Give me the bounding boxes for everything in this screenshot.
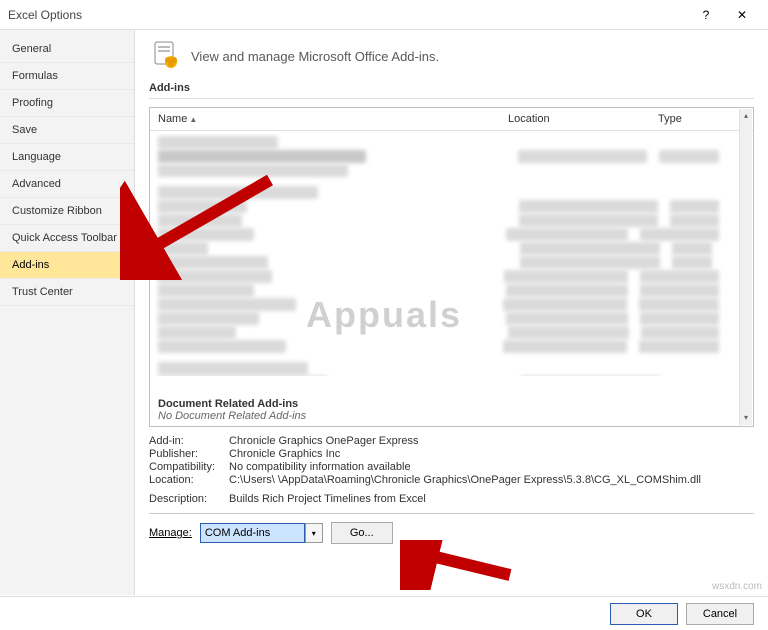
- list-item[interactable]: [158, 340, 731, 353]
- col-name[interactable]: Name▲: [158, 113, 508, 125]
- detail-location-label: Location:: [149, 474, 229, 486]
- detail-location-value: C:\Users\ \AppData\Roaming\Chronicle Gra…: [229, 474, 754, 486]
- doc-related-empty: No Document Related Add-ins: [158, 410, 735, 422]
- list-item[interactable]: [158, 284, 731, 297]
- list-item[interactable]: [158, 214, 731, 227]
- detail-addin-value: Chronicle Graphics OnePager Express: [229, 435, 754, 447]
- divider: [149, 513, 754, 514]
- manage-row: Manage: ▾ Go...: [149, 522, 754, 544]
- titlebar: Excel Options ? ✕: [0, 0, 768, 30]
- list-item[interactable]: [158, 136, 731, 149]
- addins-list: Name▲ Location Type: [149, 107, 754, 427]
- sidebar-item-add-ins[interactable]: Add-ins: [0, 252, 134, 279]
- list-item[interactable]: [158, 186, 731, 199]
- list-item[interactable]: [158, 242, 731, 255]
- sidebar-item-proofing[interactable]: Proofing: [0, 90, 134, 117]
- manage-select[interactable]: ▾: [200, 523, 323, 543]
- sidebar-item-trust-center[interactable]: Trust Center: [0, 279, 134, 306]
- content-panel: View and manage Microsoft Office Add-ins…: [135, 30, 768, 595]
- dialog-footer: OK Cancel: [0, 596, 768, 630]
- col-type[interactable]: Type: [658, 113, 745, 125]
- list-item[interactable]: [158, 164, 731, 177]
- sidebar: General Formulas Proofing Save Language …: [0, 30, 135, 595]
- ok-button[interactable]: OK: [610, 603, 678, 625]
- content-header: View and manage Microsoft Office Add-ins…: [149, 40, 754, 72]
- sidebar-item-save[interactable]: Save: [0, 117, 134, 144]
- scrollbar[interactable]: ▴ ▾: [739, 109, 752, 425]
- list-item[interactable]: [158, 200, 731, 213]
- list-body[interactable]: [150, 134, 739, 376]
- list-item[interactable]: [158, 228, 731, 241]
- help-button[interactable]: ?: [688, 1, 724, 29]
- col-location[interactable]: Location: [508, 113, 658, 125]
- list-item[interactable]: [158, 150, 731, 163]
- detail-compat-label: Compatibility:: [149, 461, 229, 473]
- list-header: Name▲ Location Type: [150, 108, 753, 131]
- window-title: Excel Options: [8, 8, 82, 22]
- section-title: Add-ins: [149, 82, 754, 94]
- sidebar-item-quick-access-toolbar[interactable]: Quick Access Toolbar: [0, 225, 134, 252]
- detail-addin-label: Add-in:: [149, 435, 229, 447]
- addins-icon: [149, 40, 181, 72]
- list-item[interactable]: [158, 362, 731, 375]
- content-header-text: View and manage Microsoft Office Add-ins…: [191, 49, 439, 64]
- sidebar-item-general[interactable]: General: [0, 36, 134, 63]
- cancel-button[interactable]: Cancel: [686, 603, 754, 625]
- detail-compat-value: No compatibility information available: [229, 461, 754, 473]
- divider: [149, 98, 754, 99]
- window-controls: ? ✕: [688, 1, 760, 29]
- manage-select-input[interactable]: [200, 523, 305, 543]
- close-button[interactable]: ✕: [724, 1, 760, 29]
- list-item[interactable]: [158, 256, 731, 269]
- sort-asc-icon: ▲: [189, 115, 197, 124]
- sidebar-item-formulas[interactable]: Formulas: [0, 63, 134, 90]
- main-area: General Formulas Proofing Save Language …: [0, 30, 768, 595]
- detail-publisher-label: Publisher:: [149, 448, 229, 460]
- sidebar-item-advanced[interactable]: Advanced: [0, 171, 134, 198]
- scroll-down-icon[interactable]: ▾: [740, 411, 752, 425]
- list-item[interactable]: [158, 326, 731, 339]
- list-item[interactable]: [158, 270, 731, 283]
- detail-desc-value: Builds Rich Project Timelines from Excel: [229, 493, 754, 505]
- go-button[interactable]: Go...: [331, 522, 393, 544]
- doc-related-section: Document Related Add-ins No Document Rel…: [158, 398, 735, 422]
- manage-label: Manage:: [149, 527, 192, 539]
- detail-publisher-value: Chronicle Graphics Inc: [229, 448, 754, 460]
- chevron-down-icon[interactable]: ▾: [305, 523, 323, 543]
- sidebar-item-language[interactable]: Language: [0, 144, 134, 171]
- addin-details: Add-in:Chronicle Graphics OnePager Expre…: [149, 435, 754, 505]
- detail-desc-label: Description:: [149, 493, 229, 505]
- doc-related-title: Document Related Add-ins: [158, 398, 735, 410]
- list-item[interactable]: [158, 312, 731, 325]
- list-item[interactable]: [158, 298, 731, 311]
- sidebar-item-customize-ribbon[interactable]: Customize Ribbon: [0, 198, 134, 225]
- scroll-up-icon[interactable]: ▴: [740, 109, 752, 123]
